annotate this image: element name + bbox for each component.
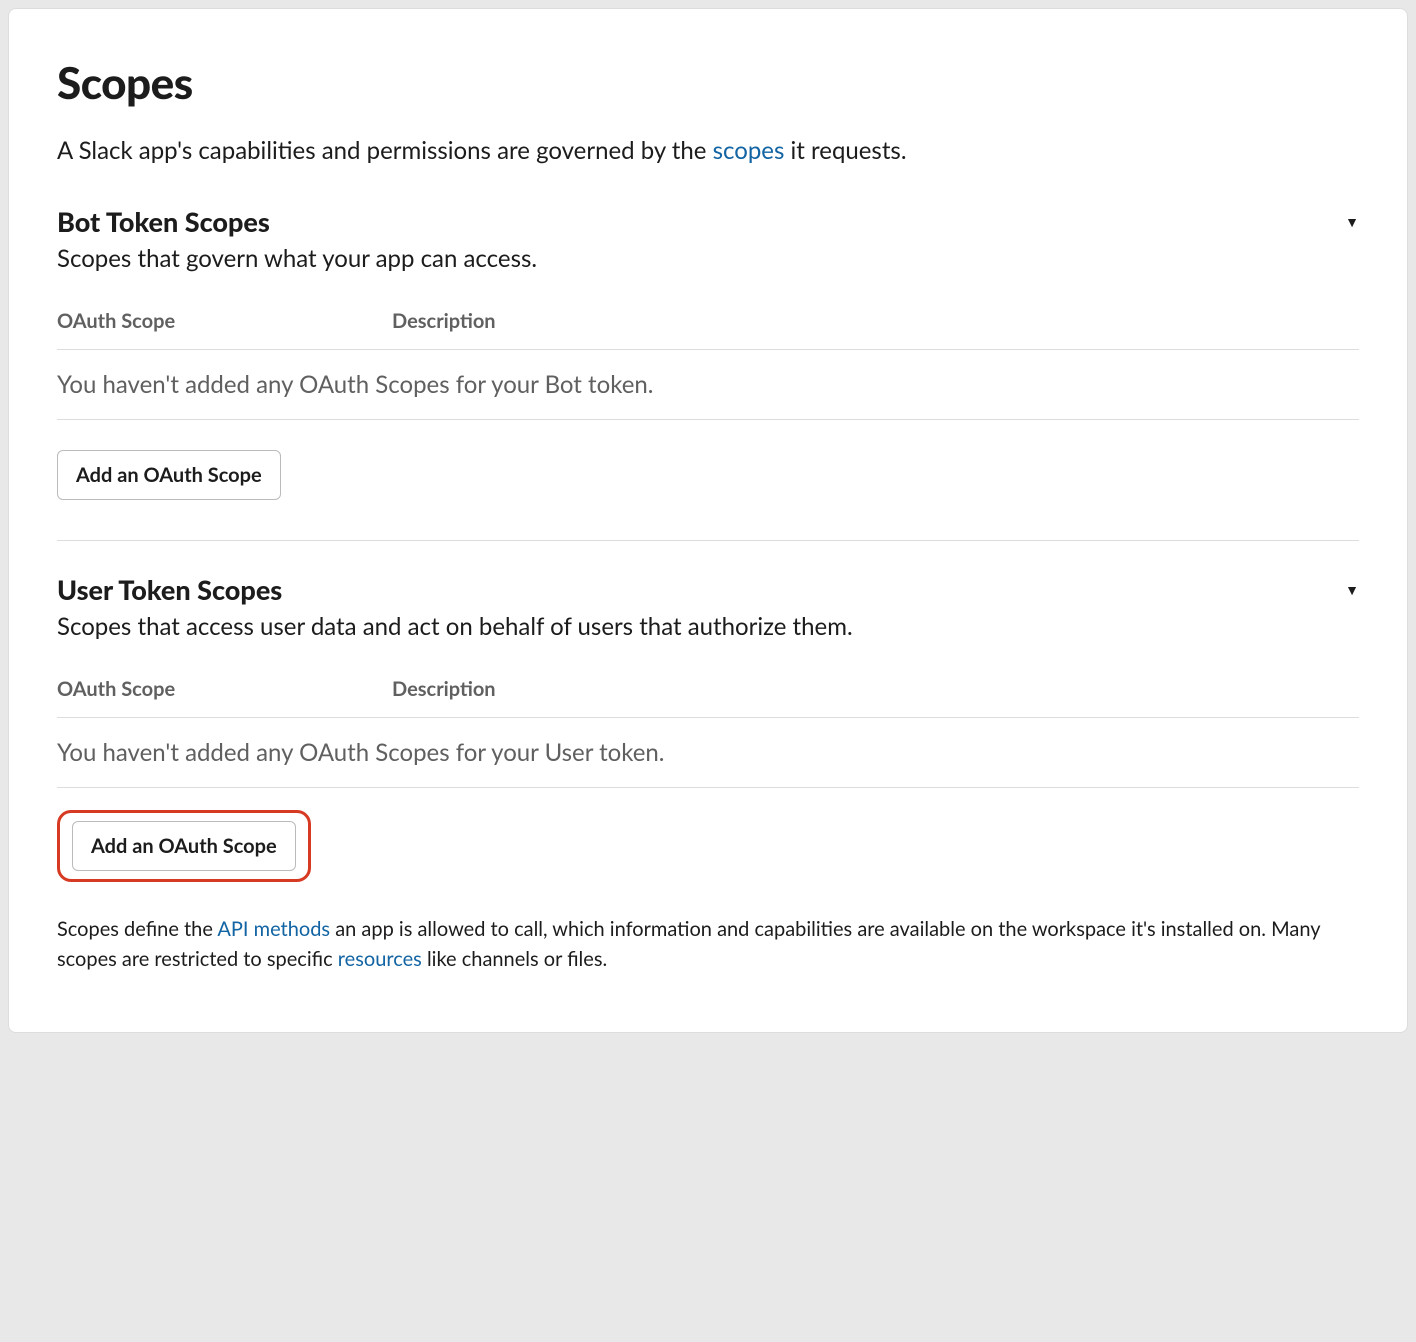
scopes-panel: Scopes A Slack app's capabilities and pe… [8, 8, 1408, 1033]
resources-link[interactable]: resources [338, 947, 422, 971]
page-title: Scopes [57, 57, 1359, 109]
section-divider [57, 540, 1359, 541]
bot-section-subtitle: Scopes that govern what your app can acc… [57, 244, 1359, 273]
user-col-desc-header: Description [392, 677, 496, 701]
footer-text-1: Scopes define the [57, 917, 217, 941]
user-section-title: User Token Scopes [57, 573, 282, 606]
intro-text: A Slack app's capabilities and permissio… [57, 133, 1359, 169]
user-section-subtitle: Scopes that access user data and act on … [57, 612, 1359, 641]
scopes-card: Scopes A Slack app's capabilities and pe… [27, 27, 1389, 1014]
add-user-oauth-scope-button[interactable]: Add an OAuth Scope [72, 821, 296, 871]
user-col-oauth-header: OAuth Scope [57, 677, 392, 701]
user-table-header: OAuth Scope Description [57, 677, 1359, 718]
bot-col-oauth-header: OAuth Scope [57, 309, 392, 333]
intro-prefix: A Slack app's capabilities and permissio… [57, 136, 713, 165]
caret-down-icon[interactable]: ▼ [1345, 213, 1359, 230]
scopes-link[interactable]: scopes [713, 136, 785, 165]
caret-down-icon[interactable]: ▼ [1345, 581, 1359, 598]
user-empty-message: You haven't added any OAuth Scopes for y… [57, 718, 1359, 788]
bot-section-title: Bot Token Scopes [57, 205, 270, 238]
bot-empty-message: You haven't added any OAuth Scopes for y… [57, 350, 1359, 420]
bot-table-header: OAuth Scope Description [57, 309, 1359, 350]
footer-text-3: like channels or files. [422, 947, 607, 971]
add-bot-oauth-scope-button[interactable]: Add an OAuth Scope [57, 450, 281, 500]
user-scope-table: OAuth Scope Description You haven't adde… [57, 677, 1359, 788]
footer-text: Scopes define the API methods an app is … [57, 906, 1359, 974]
bot-col-desc-header: Description [392, 309, 496, 333]
bot-section-header: Bot Token Scopes ▼ [57, 205, 1359, 244]
intro-suffix: it requests. [784, 136, 906, 165]
highlight-annotation: Add an OAuth Scope [57, 810, 311, 882]
bot-scope-table: OAuth Scope Description You haven't adde… [57, 309, 1359, 420]
api-methods-link[interactable]: API methods [217, 917, 330, 941]
bot-button-row: Add an OAuth Scope [57, 420, 1359, 540]
user-section-header: User Token Scopes ▼ [57, 573, 1359, 612]
user-button-row: Add an OAuth Scope [57, 788, 1359, 906]
